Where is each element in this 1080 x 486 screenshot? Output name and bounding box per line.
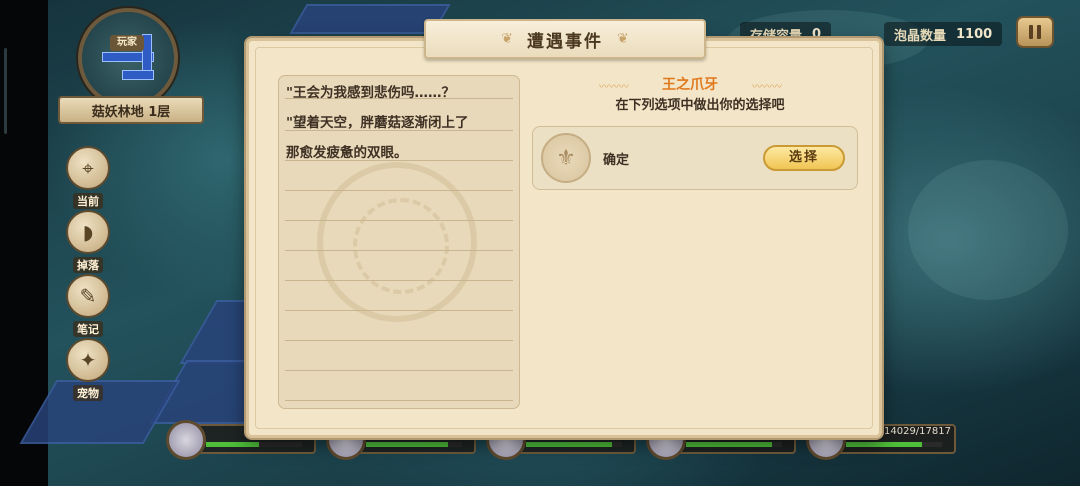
party-hp-fill (846, 442, 922, 447)
ornament-icon: ❦ (501, 31, 513, 47)
party-hp-fill (206, 442, 259, 447)
party-hp-bar (846, 442, 942, 447)
party-hp-fill (686, 442, 773, 447)
party-hp-bar (526, 442, 622, 447)
dialog-title: 遭遇事件 (527, 31, 603, 52)
fleur-emblem-icon: ⚜ (541, 133, 591, 183)
pet-book-icon: ✦ (66, 338, 110, 382)
flourish-icon: 〰〰〰 (599, 82, 629, 93)
dialog-title-tab: ❦ 遭遇事件 ❦ (424, 19, 706, 59)
location-pin-icon: ⌖ (66, 146, 110, 190)
party-hp-fill (366, 442, 448, 447)
side-button-loot[interactable]: ◗ 掉落 (60, 210, 116, 273)
party-portrait (166, 420, 206, 460)
loot-bag-icon: ◗ (66, 210, 110, 254)
map-mist (908, 160, 1068, 300)
event-prompt: 在下列选项中做出你的选择吧 (615, 98, 785, 113)
side-button-label: 笔记 (73, 321, 103, 337)
event-name: 王之爪牙 (662, 77, 718, 93)
party-hp-bar (686, 442, 782, 447)
ornament-icon: ❦ (617, 31, 629, 47)
side-button-current[interactable]: ⌖ 当前 (60, 146, 116, 209)
minimap-player-tag: 玩家 (110, 35, 144, 51)
emblem-watermark (317, 162, 477, 322)
crystal-value: 1100 (956, 26, 993, 42)
party-hp-bar (366, 442, 462, 447)
crystal-stat: 泡晶数量 1100 (884, 22, 1003, 46)
party-hp-readout: 14029/17817 (884, 426, 951, 437)
side-button-pets[interactable]: ✦ 宠物 (60, 338, 116, 401)
side-button-label: 掉落 (73, 257, 103, 273)
option-card[interactable]: ⚜ 确定 选择 (532, 126, 858, 190)
option-label: 确定 (603, 153, 630, 168)
story-text: "王会为我感到悲伤吗……？ "望着天空，胖蘑菇逐渐闭上了 那愈发疲惫的双眼。 (286, 85, 469, 161)
floor-banner: 菇妖林地 1层 (58, 96, 204, 124)
flourish-icon: 〰〰〰 (752, 82, 782, 93)
pause-icon-bar (1037, 25, 1041, 39)
scroll-icon: ✎ (66, 274, 110, 318)
pause-icon-bar (1029, 25, 1033, 39)
screen-notch (4, 48, 7, 134)
minimap-path (122, 70, 154, 80)
party-hp-bar (206, 442, 302, 447)
pause-button[interactable] (1016, 16, 1054, 48)
party-hp-fill (526, 442, 613, 447)
side-button-label: 当前 (73, 193, 103, 209)
side-button-notes[interactable]: ✎ 笔记 (60, 274, 116, 337)
story-panel: "王会为我感到悲伤吗……？ "望着天空，胖蘑菇逐渐闭上了 那愈发疲惫的双眼。 (278, 75, 520, 409)
choose-button[interactable]: 选择 (763, 145, 845, 171)
side-button-label: 宠物 (73, 385, 103, 401)
crystal-label: 泡晶数量 (894, 28, 947, 44)
minimap[interactable] (78, 8, 178, 108)
